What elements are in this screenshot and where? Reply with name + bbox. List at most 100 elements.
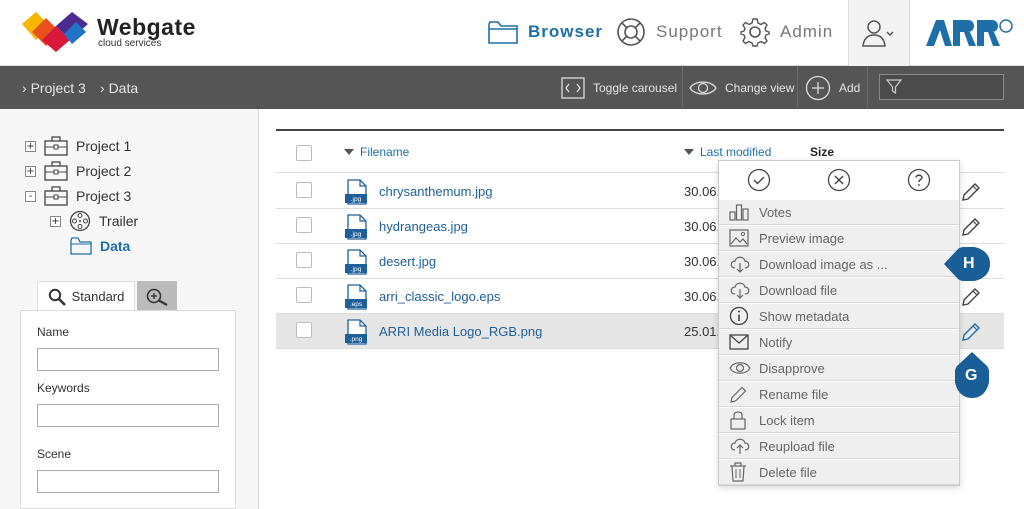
close-circle-icon [827, 168, 851, 192]
question-circle-icon [907, 168, 931, 192]
nav-browser[interactable]: Browser [488, 14, 603, 50]
edit-pencil-icon[interactable] [960, 321, 982, 343]
row-checkbox[interactable] [296, 287, 312, 303]
briefcase-icon [44, 136, 68, 156]
webgate-logo-icon[interactable] [20, 10, 92, 54]
file-name-link[interactable]: chrysanthemum.jpg [379, 184, 492, 199]
row-checkbox[interactable] [296, 252, 312, 268]
name-input[interactable] [37, 348, 219, 371]
menu-item-download-file[interactable]: Download file [719, 277, 959, 303]
tree-item-project-3[interactable]: - Project 3 [25, 185, 131, 207]
chevron-right-icon: › [100, 80, 105, 96]
toggle-carousel-label: Toggle carousel [593, 80, 678, 95]
image-file-icon: .png [345, 319, 367, 345]
edit-pencil-icon[interactable] [960, 181, 982, 203]
toggle-carousel-button[interactable]: Toggle carousel [561, 66, 677, 109]
top-header: Webgate cloud services Browser Support A… [0, 0, 1024, 66]
nav-support[interactable]: Support [616, 14, 723, 50]
menu-item-notify[interactable]: Notify [719, 329, 959, 355]
tab-advanced-search[interactable] [137, 281, 177, 311]
pencil-icon [730, 386, 747, 403]
menu-item-show-metadata[interactable]: Show metadata [719, 303, 959, 329]
edit-pencil-icon[interactable] [960, 286, 982, 308]
user-menu-button[interactable] [848, 0, 910, 66]
tree-item-label: Project 3 [76, 188, 132, 204]
file-name-link[interactable]: arri_classic_logo.eps [379, 289, 500, 304]
collapse-toggle[interactable]: - [25, 190, 36, 202]
menu-item-votes[interactable]: Votes [719, 199, 959, 225]
tree-item-data[interactable]: Data [70, 235, 130, 257]
unsure-button[interactable] [879, 161, 959, 199]
toolbar-divider [682, 66, 683, 109]
menu-item-disapprove[interactable]: Disapprove [719, 355, 959, 381]
menu-item-label: Download image as ... [759, 257, 888, 272]
menu-item-label: Download file [759, 283, 838, 298]
tab-standard-search[interactable]: Standard [37, 281, 135, 311]
select-all-checkbox[interactable] [296, 145, 312, 161]
menu-item-download-image-as[interactable]: Download image as ... [719, 251, 959, 277]
trash-icon [730, 462, 746, 482]
filename-column-header[interactable]: Filename [344, 145, 409, 159]
menu-item-rename-file[interactable]: Rename file [719, 381, 959, 407]
expand-toggle[interactable]: + [50, 215, 61, 227]
folder-icon [488, 21, 518, 44]
breadcrumb-item-data[interactable]: › Data [100, 80, 138, 96]
file-name-link[interactable]: ARRI Media Logo_RGB.png [379, 324, 542, 339]
filter-input[interactable] [879, 74, 1004, 100]
menu-item-reupload-file[interactable]: Reupload file [719, 433, 959, 459]
chevron-right-icon: › [22, 80, 27, 96]
cloud-upload-icon [730, 438, 750, 454]
menu-item-label: Lock item [759, 413, 815, 428]
row-checkbox[interactable] [296, 322, 312, 338]
edit-pencil-icon[interactable] [960, 216, 982, 238]
context-menu-quick-actions [719, 161, 959, 199]
info-circle-icon [729, 306, 749, 326]
file-name-link[interactable]: desert.jpg [379, 254, 436, 269]
approve-button[interactable] [719, 161, 799, 199]
menu-item-delete-file[interactable]: Delete file [719, 459, 959, 485]
tree-item-label: Trailer [99, 213, 139, 229]
tree-item-project-2[interactable]: + Project 2 [25, 160, 131, 182]
nav-browser-label: Browser [528, 22, 604, 41]
name-label: Name [37, 325, 70, 339]
image-icon [729, 229, 749, 247]
menu-item-preview-image[interactable]: Preview image [719, 225, 959, 251]
file-name-link[interactable]: hydrangeas.jpg [379, 219, 468, 234]
add-button[interactable]: Add [805, 66, 860, 109]
file-date: 25.01. [684, 324, 721, 339]
file-ext-label: .jpg [351, 231, 362, 238]
menu-item-label: Notify [759, 335, 793, 350]
scene-input[interactable] [37, 470, 219, 493]
tree-item-project-1[interactable]: + Project 1 [25, 135, 131, 157]
menu-item-label: Rename file [759, 387, 829, 402]
carousel-icon [561, 76, 585, 99]
menu-item-lock-item[interactable]: Lock item [719, 407, 959, 433]
row-checkbox[interactable] [296, 217, 312, 233]
row-checkbox[interactable] [296, 182, 312, 198]
modified-column-header[interactable]: Last modified [684, 145, 771, 159]
change-view-button[interactable]: Change view [689, 66, 794, 109]
nav-admin[interactable]: Admin [740, 14, 833, 50]
toolbar: › Project 3 › Data Toggle carousel Chang… [0, 66, 1024, 109]
callout-marker-g-label: G [965, 367, 978, 384]
keywords-label: Keywords [37, 381, 90, 395]
cloud-download-icon [730, 256, 750, 273]
toolbar-divider [797, 66, 798, 109]
breadcrumb-label: Project 3 [30, 80, 86, 96]
reject-button[interactable] [799, 161, 879, 199]
brand-name: Webgate [97, 14, 196, 40]
user-icon [862, 20, 894, 47]
briefcase-icon [44, 161, 68, 181]
briefcase-icon [44, 186, 68, 206]
keywords-input[interactable] [37, 404, 219, 427]
breadcrumb-item-project[interactable]: › Project 3 [22, 80, 86, 96]
expand-toggle[interactable]: + [25, 140, 36, 152]
size-column-header[interactable]: Size [810, 145, 834, 159]
size-header-label: Size [810, 145, 835, 159]
file-ext-label: .eps [350, 301, 363, 308]
nav-support-label: Support [656, 22, 723, 41]
file-ext-label: .png [350, 336, 363, 343]
toolbar-divider [867, 66, 868, 109]
expand-toggle[interactable]: + [25, 165, 36, 177]
tree-item-trailer[interactable]: + Trailer [50, 210, 138, 232]
